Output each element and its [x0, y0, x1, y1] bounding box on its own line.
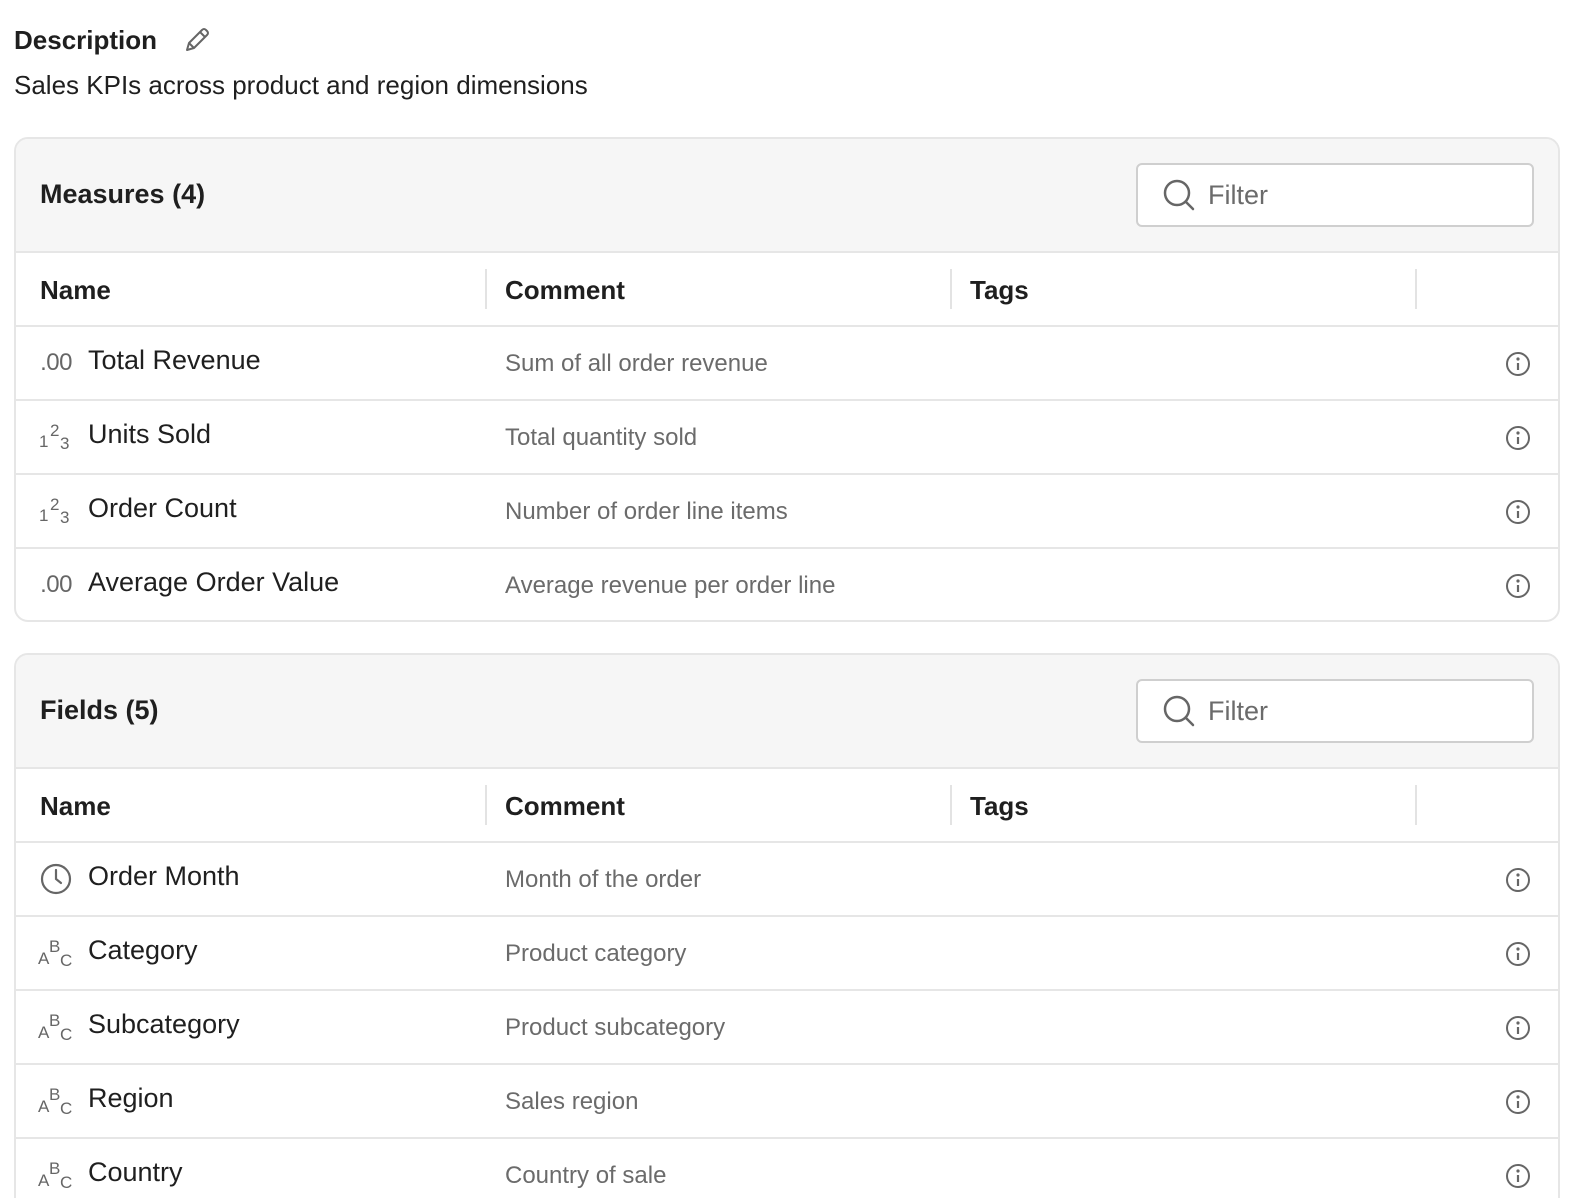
svg-text:1: 1	[39, 506, 48, 525]
info-icon[interactable]	[1504, 350, 1532, 378]
row-comment: Sum of all order revenue	[505, 350, 768, 377]
row-comment: Number of order line items	[505, 498, 788, 525]
measures-header: Measures (4)	[16, 139, 1558, 253]
column-header-comment[interactable]: Comment	[505, 791, 625, 822]
info-icon[interactable]	[1504, 940, 1532, 968]
svg-text:B: B	[49, 1159, 60, 1178]
row-name: Subcategory	[88, 1009, 240, 1039]
clock-icon	[38, 862, 74, 896]
row-comment: Product subcategory	[505, 1014, 726, 1041]
decimal-type-icon: .00	[40, 571, 72, 598]
info-icon[interactable]	[1504, 498, 1532, 526]
measures-panel: Measures (4) Name Comment Tags .00 Total…	[14, 137, 1560, 622]
row-comment: Total quantity sold	[505, 424, 698, 451]
svg-text:B: B	[49, 1011, 60, 1030]
table-row[interactable]: 123 Order Count Number of order line ite…	[16, 475, 1558, 549]
column-resize-handle[interactable]	[1415, 785, 1417, 825]
svg-text:C: C	[60, 1173, 72, 1192]
table-row[interactable]: ABC Region Sales region	[16, 1065, 1558, 1139]
decimal-type-icon: .00	[40, 349, 72, 376]
column-header-comment[interactable]: Comment	[505, 275, 625, 306]
description-text: Sales KPIs across product and region dim…	[14, 70, 588, 100]
table-row[interactable]: .00 Average Order Value Average revenue …	[16, 549, 1558, 620]
row-name: Category	[88, 935, 198, 965]
svg-text:B: B	[49, 937, 60, 956]
column-resize-handle[interactable]	[485, 785, 487, 825]
string-type-icon: ABC	[38, 1158, 74, 1192]
info-icon[interactable]	[1504, 1162, 1532, 1190]
row-name: Total Revenue	[88, 345, 261, 375]
pencil-icon[interactable]	[181, 24, 213, 56]
row-comment: Month of the order	[505, 866, 702, 893]
svg-text:3: 3	[60, 508, 69, 527]
svg-text:2: 2	[50, 495, 59, 514]
row-name: Order Count	[88, 493, 237, 523]
description-header: Description	[14, 24, 213, 56]
search-icon	[1162, 694, 1196, 728]
row-comment: Country of sale	[505, 1162, 667, 1189]
search-icon	[1162, 178, 1196, 212]
measures-title: Measures (4)	[40, 179, 206, 209]
table-row[interactable]: ABC Country Country of sale	[16, 1139, 1558, 1198]
column-header-name[interactable]: Name	[40, 791, 111, 822]
row-name: Country	[88, 1157, 183, 1187]
svg-text:2: 2	[50, 421, 59, 440]
measures-table-header: Name Comment Tags	[16, 253, 1558, 327]
info-icon[interactable]	[1504, 424, 1532, 452]
string-type-icon: ABC	[38, 1084, 74, 1118]
measures-filter-input[interactable]	[1208, 179, 1508, 211]
svg-text:C: C	[60, 951, 72, 970]
column-resize-handle[interactable]	[1415, 269, 1417, 309]
fields-table-header: Name Comment Tags	[16, 769, 1558, 843]
row-comment: Product category	[505, 940, 687, 967]
row-name: Average Order Value	[88, 567, 340, 597]
svg-text:B: B	[49, 1085, 60, 1104]
string-type-icon: ABC	[38, 1010, 74, 1044]
integer-type-icon: 123	[38, 494, 74, 528]
column-resize-handle[interactable]	[950, 785, 952, 825]
table-row[interactable]: 123 Units Sold Total quantity sold	[16, 401, 1558, 475]
table-row[interactable]: ABC Subcategory Product subcategory	[16, 991, 1558, 1065]
integer-type-icon: 123	[38, 420, 74, 454]
description-title: Description	[14, 24, 158, 55]
fields-title: Fields (5)	[40, 695, 159, 725]
row-name: Region	[88, 1083, 174, 1113]
table-row[interactable]: Order Month Month of the order	[16, 843, 1558, 917]
fields-filter-input[interactable]	[1208, 695, 1508, 727]
svg-text:C: C	[60, 1099, 72, 1118]
info-icon[interactable]	[1504, 1088, 1532, 1116]
table-row[interactable]: .00 Total Revenue Sum of all order reven…	[16, 327, 1558, 401]
info-icon[interactable]	[1504, 1014, 1532, 1042]
measures-filter[interactable]	[1136, 163, 1534, 227]
column-resize-handle[interactable]	[950, 269, 952, 309]
column-header-tags[interactable]: Tags	[970, 791, 1029, 822]
info-icon[interactable]	[1504, 866, 1532, 894]
column-header-tags[interactable]: Tags	[970, 275, 1029, 306]
fields-header: Fields (5)	[16, 655, 1558, 769]
svg-text:C: C	[60, 1025, 72, 1044]
column-header-name[interactable]: Name	[40, 275, 111, 306]
table-row[interactable]: ABC Category Product category	[16, 917, 1558, 991]
row-comment: Average revenue per order line	[505, 572, 836, 599]
row-name: Units Sold	[88, 419, 212, 449]
column-resize-handle[interactable]	[485, 269, 487, 309]
fields-panel: Fields (5) Name Comment Tags Order Month…	[14, 653, 1560, 1198]
row-comment: Sales region	[505, 1088, 639, 1115]
fields-filter[interactable]	[1136, 679, 1534, 743]
svg-text:3: 3	[60, 434, 69, 453]
svg-text:1: 1	[39, 432, 48, 451]
info-icon[interactable]	[1504, 572, 1532, 600]
row-name: Order Month	[88, 861, 240, 891]
string-type-icon: ABC	[38, 936, 74, 970]
